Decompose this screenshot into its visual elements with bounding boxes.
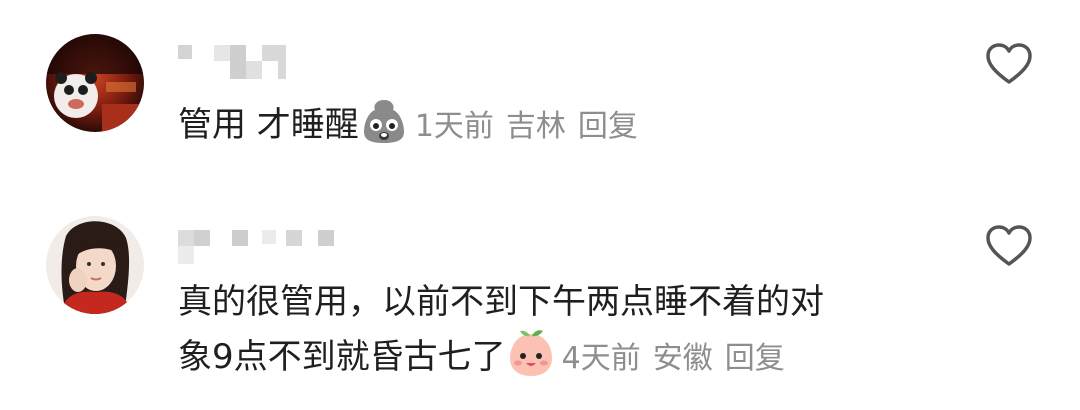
- comment-text: 管用 才睡醒: [178, 105, 359, 145]
- grimacing-ghost-emoji: [363, 100, 404, 143]
- comment-meta: 1天前 吉林 回复: [415, 109, 638, 144]
- comment-text-line-2: 象9点不到就昏古七了: [178, 337, 506, 377]
- reply-button[interactable]: 回复: [725, 341, 785, 376]
- peach-smile-emoji: [509, 330, 552, 376]
- heart-outline-icon[interactable]: [985, 224, 1033, 268]
- avatar-image: [46, 34, 144, 132]
- comment-content: 管用 才睡醒 1天前 吉林 回复: [178, 96, 998, 153]
- comment-text-line-1: 真的很管用，以前不到下午两点睡不着的对: [178, 282, 824, 322]
- comment-time: 4天前: [561, 341, 641, 376]
- comment-meta: 4天前 安徽 回复: [562, 341, 785, 376]
- comment-text-line-2-wrap: 象9点不到就昏古七了 4天前 安徽 回复: [178, 328, 998, 385]
- username-censored[interactable]: [178, 230, 348, 266]
- avatar[interactable]: [46, 34, 144, 132]
- comment-time: 1天前: [414, 109, 494, 144]
- avatar-image: [46, 216, 144, 314]
- avatar[interactable]: [46, 216, 144, 314]
- comment-location: 吉林: [505, 109, 566, 144]
- heart-outline-icon[interactable]: [985, 42, 1033, 86]
- comment-location: 安徽: [652, 341, 713, 376]
- reply-button[interactable]: 回复: [578, 109, 638, 144]
- username-censored[interactable]: [178, 45, 298, 81]
- comment-content: 真的很管用，以前不到下午两点睡不着的对 象9点不到就昏古七了 4天前 安徽 回复: [178, 276, 998, 385]
